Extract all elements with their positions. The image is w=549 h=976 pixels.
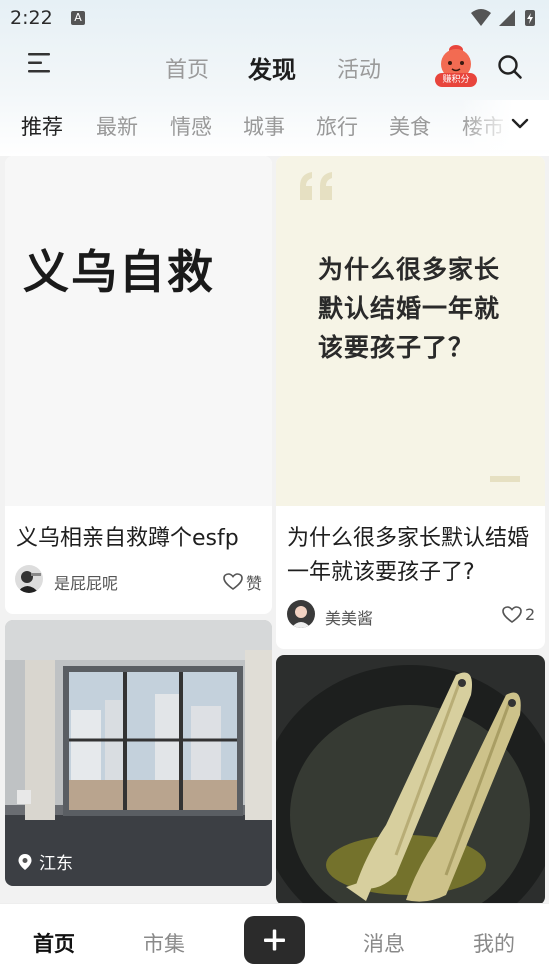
wifi-icon [471, 9, 491, 26]
chevron-down-icon[interactable] [509, 114, 531, 132]
search-icon[interactable] [497, 54, 523, 80]
like-button[interactable]: 2 [502, 605, 535, 624]
earn-points-button[interactable]: 赚积分 [434, 42, 478, 88]
location-label: 江东 [39, 854, 73, 874]
post-card[interactable]: 为什么很多家长默认结婚一年就该要孩子了？ 为什么很多家长默认结婚一年就该要孩子了… [276, 156, 545, 649]
earn-points-label: 赚积分 [442, 75, 470, 85]
create-post-button[interactable] [244, 916, 305, 964]
post-title: 为什么很多家长默认结婚一年就该要孩子了? [287, 526, 530, 585]
nav-market[interactable]: 市集 [143, 928, 185, 958]
plus-icon [264, 929, 285, 951]
post-cover: 为什么很多家长默认结婚一年就该要孩子了？ [276, 156, 545, 506]
nav-profile[interactable]: 我的 [473, 928, 515, 958]
like-count: 2 [525, 605, 536, 624]
nav-messages[interactable]: 消息 [363, 928, 405, 958]
cover-dash [490, 476, 520, 482]
post-card[interactable]: 义乌自救 义乌相亲自救蹲个esfp 是屁屁呢 赞 [5, 156, 272, 614]
author-name[interactable]: 美美酱 [325, 605, 373, 629]
author-name[interactable]: 是屁屁呢 [54, 570, 118, 594]
fish-photo [276, 655, 545, 905]
post-cover: 义乌自救 [5, 156, 272, 506]
post-card[interactable] [276, 655, 545, 905]
menu-icon[interactable] [26, 50, 54, 76]
room-photo [5, 620, 272, 886]
category-latest[interactable]: 最新 [96, 111, 138, 141]
heart-icon [502, 605, 522, 623]
like-count: 赞 [246, 574, 263, 593]
heart-icon [223, 573, 243, 590]
cover-text: 为什么很多家长默认结婚一年就该要孩子了？ [318, 255, 501, 362]
system-status-icons [471, 9, 535, 26]
category-recommend[interactable]: 推荐 [21, 111, 63, 141]
location-pin-icon [18, 853, 32, 870]
tab-activity[interactable]: 活动 [337, 52, 381, 84]
tab-home[interactable]: 首页 [165, 52, 209, 84]
quote-mark-icon [300, 172, 332, 200]
nav-home[interactable]: 首页 [33, 928, 75, 958]
tab-discover[interactable]: 发现 [248, 50, 296, 85]
post-title: 义乌相亲自救蹲个esfp [16, 526, 239, 551]
location-tag: 江东 [17, 849, 73, 874]
cover-text: 义乌自救 [23, 245, 215, 299]
bottom-nav: 首页 市集 消息 我的 [0, 903, 549, 976]
category-food[interactable]: 美食 [389, 111, 431, 141]
status-bar: 2:22 A [0, 0, 549, 36]
notification-a-icon: A [71, 11, 85, 25]
avatar[interactable] [15, 565, 43, 593]
category-city[interactable]: 城事 [243, 111, 285, 141]
category-emotion[interactable]: 情感 [170, 111, 212, 141]
status-time: 2:22 [10, 7, 53, 29]
post-card[interactable]: 江东 [5, 620, 272, 886]
like-button[interactable]: 赞 [223, 570, 262, 594]
signal-icon [499, 10, 515, 26]
category-travel[interactable]: 旅行 [316, 111, 358, 141]
avatar[interactable] [287, 600, 315, 628]
category-fade [460, 100, 549, 150]
